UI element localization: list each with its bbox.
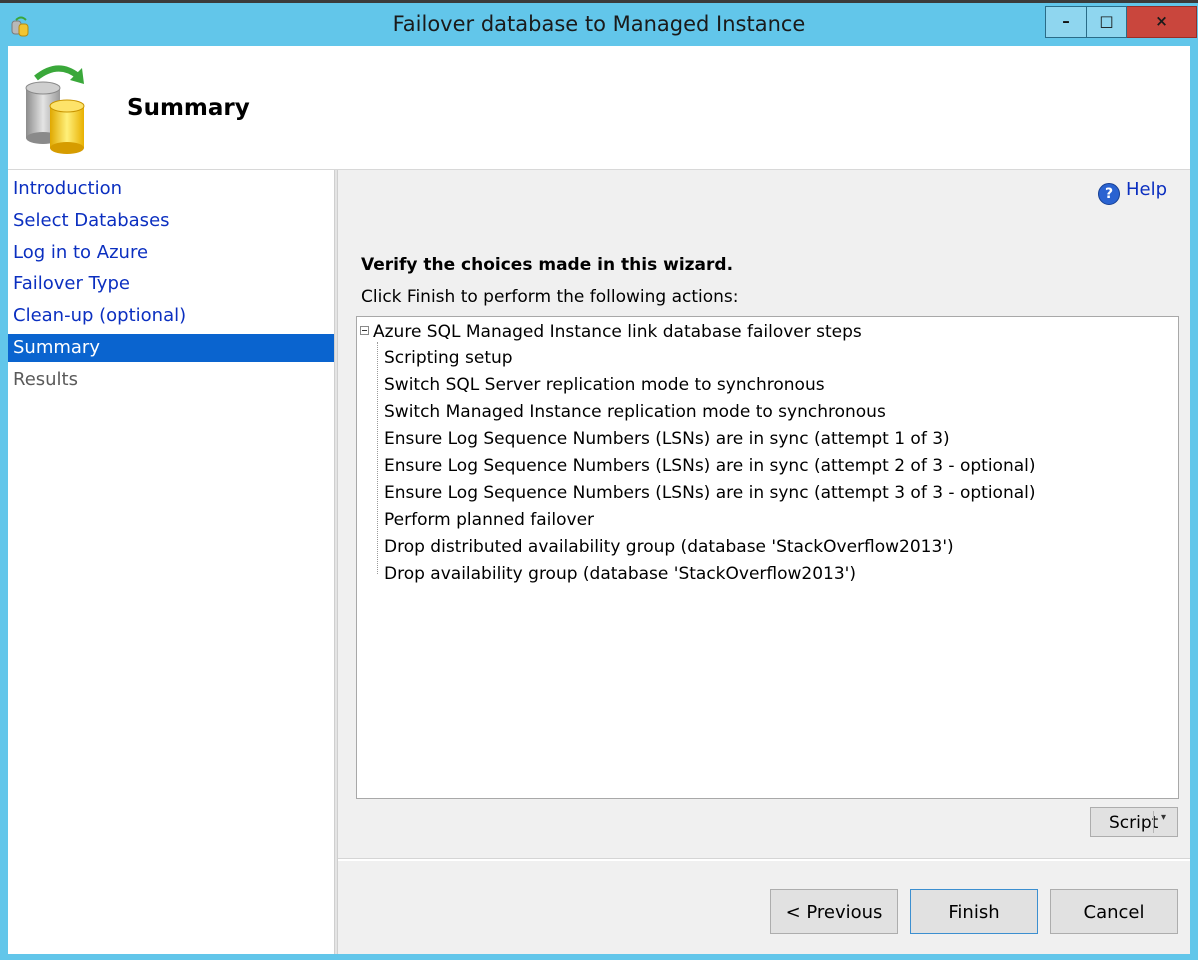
- page-title: Summary: [127, 95, 250, 121]
- help-label: Help: [1126, 179, 1168, 200]
- close-icon: ×: [1155, 12, 1168, 30]
- wizard-header: Summary: [8, 46, 1190, 170]
- title-bar[interactable]: Failover database to Managed Instance – …: [0, 3, 1198, 46]
- tree-item[interactable]: Drop distributed availability group (dat…: [384, 537, 954, 557]
- tree-connector-line: [377, 342, 379, 574]
- script-label: Script: [1109, 813, 1159, 833]
- close-button[interactable]: ×: [1127, 6, 1197, 38]
- tree-item[interactable]: Switch Managed Instance replication mode…: [384, 402, 886, 422]
- tree-item[interactable]: Scripting setup: [384, 348, 513, 368]
- sidebar-item-summary[interactable]: Summary: [8, 334, 334, 362]
- previous-button[interactable]: < Previous: [770, 889, 898, 934]
- tree-item[interactable]: Ensure Log Sequence Numbers (LSNs) are i…: [384, 483, 1036, 503]
- chevron-down-icon[interactable]: ▾: [1161, 812, 1166, 823]
- wizard-window: Failover database to Managed Instance – …: [0, 0, 1198, 960]
- script-button[interactable]: Script ▾: [1090, 807, 1178, 837]
- tree-item[interactable]: Switch SQL Server replication mode to sy…: [384, 375, 825, 395]
- tree-item[interactable]: Drop availability group (database 'Stack…: [384, 564, 856, 584]
- sidebar-item-log-in-to-azure[interactable]: Log in to Azure: [8, 239, 334, 267]
- cancel-button[interactable]: Cancel: [1050, 889, 1178, 934]
- maximize-icon: □: [1099, 12, 1114, 30]
- minimize-button[interactable]: –: [1045, 6, 1087, 38]
- sidebar-item-clean-up[interactable]: Clean-up (optional): [8, 302, 334, 330]
- finish-button[interactable]: Finish: [910, 889, 1038, 934]
- minimize-icon: –: [1062, 12, 1070, 30]
- tree-root-item[interactable]: Azure SQL Managed Instance link database…: [373, 322, 862, 342]
- script-split-divider: [1153, 811, 1154, 833]
- collapse-icon[interactable]: [360, 326, 369, 335]
- sidebar-item-results: Results: [13, 369, 78, 390]
- maximize-button[interactable]: □: [1087, 6, 1127, 38]
- database-failover-icon: [25, 65, 85, 154]
- actions-tree[interactable]: Azure SQL Managed Instance link database…: [356, 316, 1179, 799]
- instructions-text: Click Finish to perform the following ac…: [361, 287, 739, 307]
- sidebar-splitter: [334, 170, 338, 954]
- help-icon: ?: [1098, 183, 1120, 205]
- sidebar-item-failover-type[interactable]: Failover Type: [8, 270, 334, 298]
- tree-item[interactable]: Ensure Log Sequence Numbers (LSNs) are i…: [384, 456, 1036, 476]
- tree-item[interactable]: Perform planned failover: [384, 510, 594, 530]
- tree-item[interactable]: Ensure Log Sequence Numbers (LSNs) are i…: [384, 429, 950, 449]
- help-link[interactable]: ? Help: [1098, 179, 1167, 205]
- wizard-steps-sidebar: Introduction Select Databases Log in to …: [8, 170, 334, 954]
- sidebar-item-select-databases[interactable]: Select Databases: [8, 207, 334, 235]
- sidebar-item-introduction[interactable]: Introduction: [8, 175, 334, 203]
- verify-heading: Verify the choices made in this wizard.: [361, 255, 734, 275]
- footer-divider: [338, 858, 1190, 861]
- window-title: Failover database to Managed Instance: [392, 12, 806, 36]
- wizard-client-area: Summary Introduction Select Databases Lo…: [8, 46, 1190, 954]
